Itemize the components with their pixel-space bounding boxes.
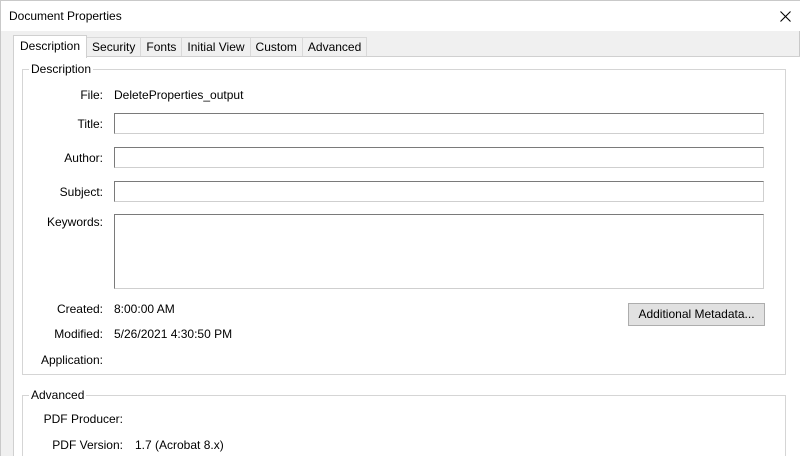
tab-advanced[interactable]: Advanced	[301, 37, 368, 57]
title-bar: Document Properties	[1, 1, 800, 31]
pdf-version-value: 1.7 (Acrobat 8.x)	[135, 438, 224, 452]
advanced-group-legend: Advanced	[29, 388, 87, 402]
application-label: Application:	[40, 353, 103, 367]
created-label: Created:	[56, 302, 103, 316]
document-properties-dialog: Document Properties Description Security…	[0, 0, 800, 456]
author-label: Author:	[64, 151, 103, 165]
title-field[interactable]	[114, 113, 764, 134]
description-group: Description File: DeleteProperties_outpu…	[22, 62, 786, 375]
dialog-title: Document Properties	[9, 9, 122, 23]
advanced-group: Advanced PDF Producer: PDF Version: 1.7 …	[22, 388, 786, 456]
created-value: 8:00:00 AM	[114, 302, 175, 316]
tab-strip: Description Security Fonts Initial View …	[13, 35, 368, 58]
pdf-producer-label: PDF Producer:	[43, 412, 123, 426]
tab-security[interactable]: Security	[86, 37, 142, 57]
description-group-legend: Description	[29, 62, 94, 76]
keywords-field[interactable]	[114, 214, 764, 289]
subject-label: Subject:	[59, 185, 103, 199]
tab-custom[interactable]: Custom	[249, 37, 303, 57]
file-value: DeleteProperties_output	[114, 88, 244, 102]
subject-field[interactable]	[114, 181, 764, 202]
close-button[interactable]	[769, 1, 800, 31]
tab-fonts[interactable]: Fonts	[140, 37, 183, 57]
file-label: File:	[80, 88, 103, 102]
author-field[interactable]	[114, 147, 764, 168]
pdf-version-label: PDF Version:	[52, 438, 123, 452]
modified-label: Modified:	[54, 327, 103, 341]
additional-metadata-button[interactable]: Additional Metadata...	[628, 303, 765, 326]
modified-value: 5/26/2021 4:30:50 PM	[114, 327, 233, 341]
close-icon	[779, 10, 791, 22]
title-label: Title:	[77, 117, 103, 131]
tab-description[interactable]: Description	[13, 35, 88, 58]
description-tab-panel: Description File: DeleteProperties_outpu…	[13, 56, 800, 456]
keywords-label: Keywords:	[46, 215, 103, 229]
tab-initial-view[interactable]: Initial View	[181, 37, 251, 57]
